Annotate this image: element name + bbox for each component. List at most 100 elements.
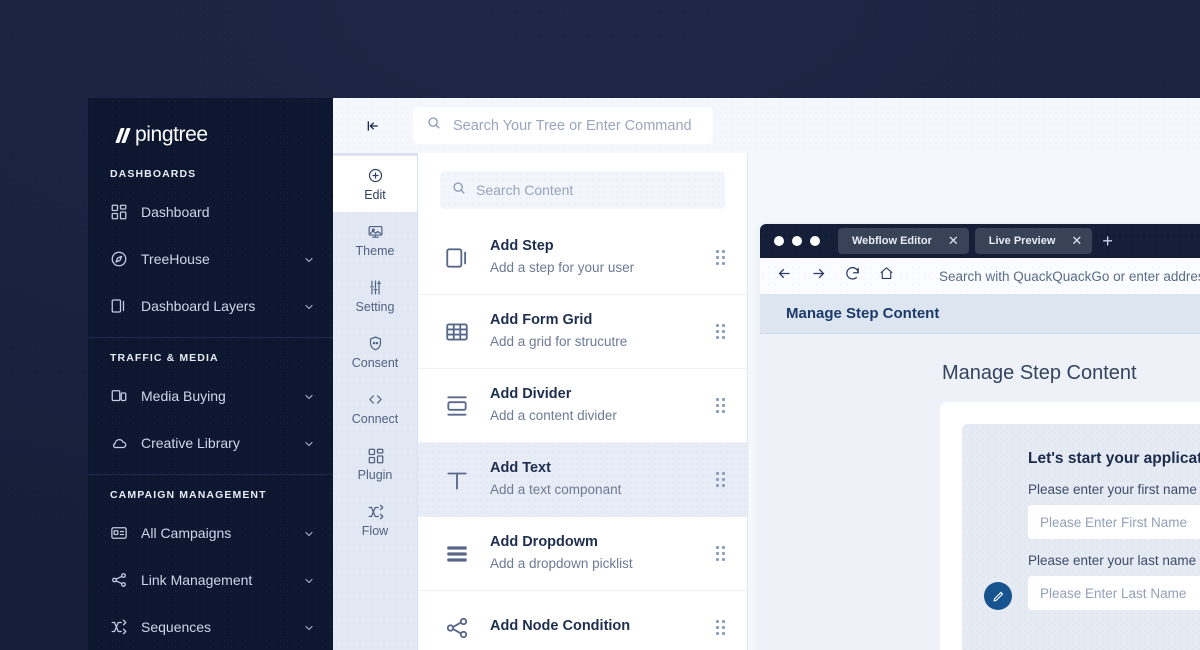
sidebar-item-label: Dashboard Layers <box>141 297 256 314</box>
content-block-row[interactable]: Add Divider Add a content divider <box>418 369 747 443</box>
search-icon <box>427 116 441 135</box>
chevron-down-icon[interactable] <box>303 300 315 312</box>
sidebar-section-label: TRAFFIC & MEDIA <box>110 352 219 364</box>
rail-item-connect[interactable]: Connect <box>333 380 417 436</box>
code-icon <box>367 391 384 408</box>
content-block-row[interactable]: Add Text Add a text componant <box>418 443 747 517</box>
window-controls[interactable] <box>774 236 820 246</box>
close-icon[interactable]: ✕ <box>948 233 959 249</box>
shield-dots-icon <box>367 335 384 352</box>
block-subtitle: Add a text componant <box>490 482 622 497</box>
drag-handle-icon[interactable] <box>716 324 725 339</box>
home-icon[interactable] <box>878 265 895 287</box>
sidebar-item-label: Creative Library <box>141 434 240 451</box>
rail-item-flow[interactable]: Flow <box>333 492 417 548</box>
browser-mock: Webflow Editor ✕ Live Preview ✕ + Search wi… <box>760 224 1200 650</box>
sidebar-item-media-buying[interactable]: Media Buying <box>88 372 333 419</box>
edit-step-button[interactable] <box>984 582 1012 610</box>
sidebar-item-creative-library[interactable]: Creative Library <box>88 419 333 466</box>
content-panel: Webflow Editor Search Content Add StepAd… <box>418 98 748 650</box>
compass-icon <box>110 250 128 268</box>
rail-item-label: Theme <box>355 243 395 258</box>
step-form: Let's start your application Please ente… <box>1028 450 1200 610</box>
drag-handle-icon[interactable] <box>716 398 725 413</box>
block-title: Add Divider <box>490 386 572 403</box>
form-field-placeholder: Please Enter Last Name <box>1040 585 1187 601</box>
back-icon[interactable] <box>776 265 793 287</box>
app-bar-title: Manage Step Content <box>760 294 1200 334</box>
plus-circle-icon <box>367 167 384 184</box>
forward-icon[interactable] <box>810 265 827 287</box>
chevron-down-icon[interactable] <box>303 574 315 586</box>
sidebar-item-dashboard[interactable]: Dashboard <box>88 188 333 235</box>
brand-name: pingtree <box>135 123 208 146</box>
rail-item-edit[interactable]: Edit <box>333 156 417 212</box>
content-search-input[interactable]: Search Content <box>440 171 725 209</box>
browser-tab[interactable]: Live Preview ✕ <box>974 228 1093 254</box>
rail-item-label: Plugin <box>357 467 393 482</box>
sidebar-item-all-campaigns[interactable]: All Campaigns <box>88 509 333 556</box>
share-nodes-icon <box>110 571 128 589</box>
rail-item-theme[interactable]: Theme <box>333 212 417 268</box>
sidebar-item-treehouse[interactable]: TreeHouse <box>88 235 333 282</box>
grid-icon <box>367 447 384 464</box>
form-field-input[interactable]: Please Enter First Name <box>1028 505 1200 539</box>
close-icon[interactable]: ✕ <box>1071 233 1082 249</box>
sidebar-item-label: TreeHouse <box>141 250 210 267</box>
new-tab-button[interactable]: + <box>1102 231 1113 252</box>
sidebar-item-label: All Campaigns <box>141 524 232 541</box>
chevron-down-icon[interactable] <box>303 253 315 265</box>
card-icon <box>110 524 128 542</box>
chevron-down-icon[interactable] <box>303 390 315 402</box>
sidebar-item-label: Sequences <box>141 618 212 635</box>
global-search-placeholder: Search Your Tree or Enter Command <box>453 117 692 134</box>
form-heading: Let's start your application <box>1028 450 1200 467</box>
form-field-label: Please enter your last name <box>1028 553 1197 568</box>
rail-item-label: Edit <box>364 187 386 202</box>
form-field-placeholder: Please Enter First Name <box>1040 514 1188 530</box>
drag-handle-icon[interactable] <box>716 546 725 561</box>
block-subtitle: Add a dropdown picklist <box>490 556 633 571</box>
rail-item-consent[interactable]: Consent <box>333 324 417 380</box>
browser-address-bar: Search with QuackQuackGo or enter addres… <box>760 258 1200 294</box>
rail-item-setting[interactable]: Setting <box>333 268 417 324</box>
block-subtitle: Add a content divider <box>490 408 617 423</box>
drag-handle-icon[interactable] <box>716 472 725 487</box>
image-frame-icon <box>367 223 384 240</box>
sidebar-item-dashboard-layers[interactable]: Dashboard Layers <box>88 282 333 329</box>
shuffle-icon <box>110 618 128 636</box>
sidebar-item-label: Media Buying <box>141 387 226 404</box>
content-block-row[interactable]: Add Dropdowm Add a dropdown picklist <box>418 517 747 591</box>
browser-tab[interactable]: Webflow Editor ✕ <box>838 228 969 254</box>
step-card: Let's start your application Please ente… <box>940 402 1200 650</box>
sidebar-section-label: CAMPAIGN MANAGEMENT <box>110 489 267 501</box>
rail-item-plugin[interactable]: Plugin <box>333 436 417 492</box>
content-block-row[interactable]: Add Form Grid Add a grid for strucutre <box>418 295 747 369</box>
content-block-row[interactable]: Add Node Condition <box>418 591 747 650</box>
browser-tab-label: Webflow Editor <box>852 235 932 247</box>
global-search-input[interactable]: Search Your Tree or Enter Command <box>413 107 713 144</box>
brand-logo[interactable]: pingtree <box>88 98 333 154</box>
collapse-sidebar-icon[interactable] <box>365 118 381 134</box>
drag-handle-icon[interactable] <box>716 250 725 265</box>
app-window: pingtree DASHBOARDS Dashboard TreeHouse Das… <box>88 98 1200 650</box>
chevron-down-icon[interactable] <box>303 437 315 449</box>
browser-tab-label: Live Preview <box>988 235 1056 247</box>
list-lines-icon <box>440 541 474 567</box>
content-block-list: Add Step Add a step for your user Add Form… <box>418 221 747 650</box>
preview-pane: Start Flow Webflow Webflow Editor✕Live P… <box>748 98 1200 650</box>
shuffle-icon <box>367 503 384 520</box>
reload-icon[interactable] <box>844 265 861 287</box>
address-input[interactable]: Search with QuackQuackGo or enter addres… <box>939 269 1200 284</box>
search-icon <box>452 181 466 200</box>
step-inner-card: Let's start your application Please ente… <box>962 424 1200 650</box>
page-heading: Manage Step Content <box>942 362 1137 384</box>
chevron-down-icon[interactable] <box>303 527 315 539</box>
content-block-row[interactable]: Add Step Add a step for your user <box>418 221 747 295</box>
form-field-input[interactable]: Please Enter Last Name <box>1028 576 1200 610</box>
sidebar-item-link-management[interactable]: Link Management <box>88 556 333 603</box>
drag-handle-icon[interactable] <box>716 620 725 635</box>
sidebar-item-sequences[interactable]: Sequences <box>88 603 333 650</box>
chevron-down-icon[interactable] <box>303 621 315 633</box>
browser-tab-bar: Webflow Editor ✕ Live Preview ✕ + <box>760 224 1200 258</box>
